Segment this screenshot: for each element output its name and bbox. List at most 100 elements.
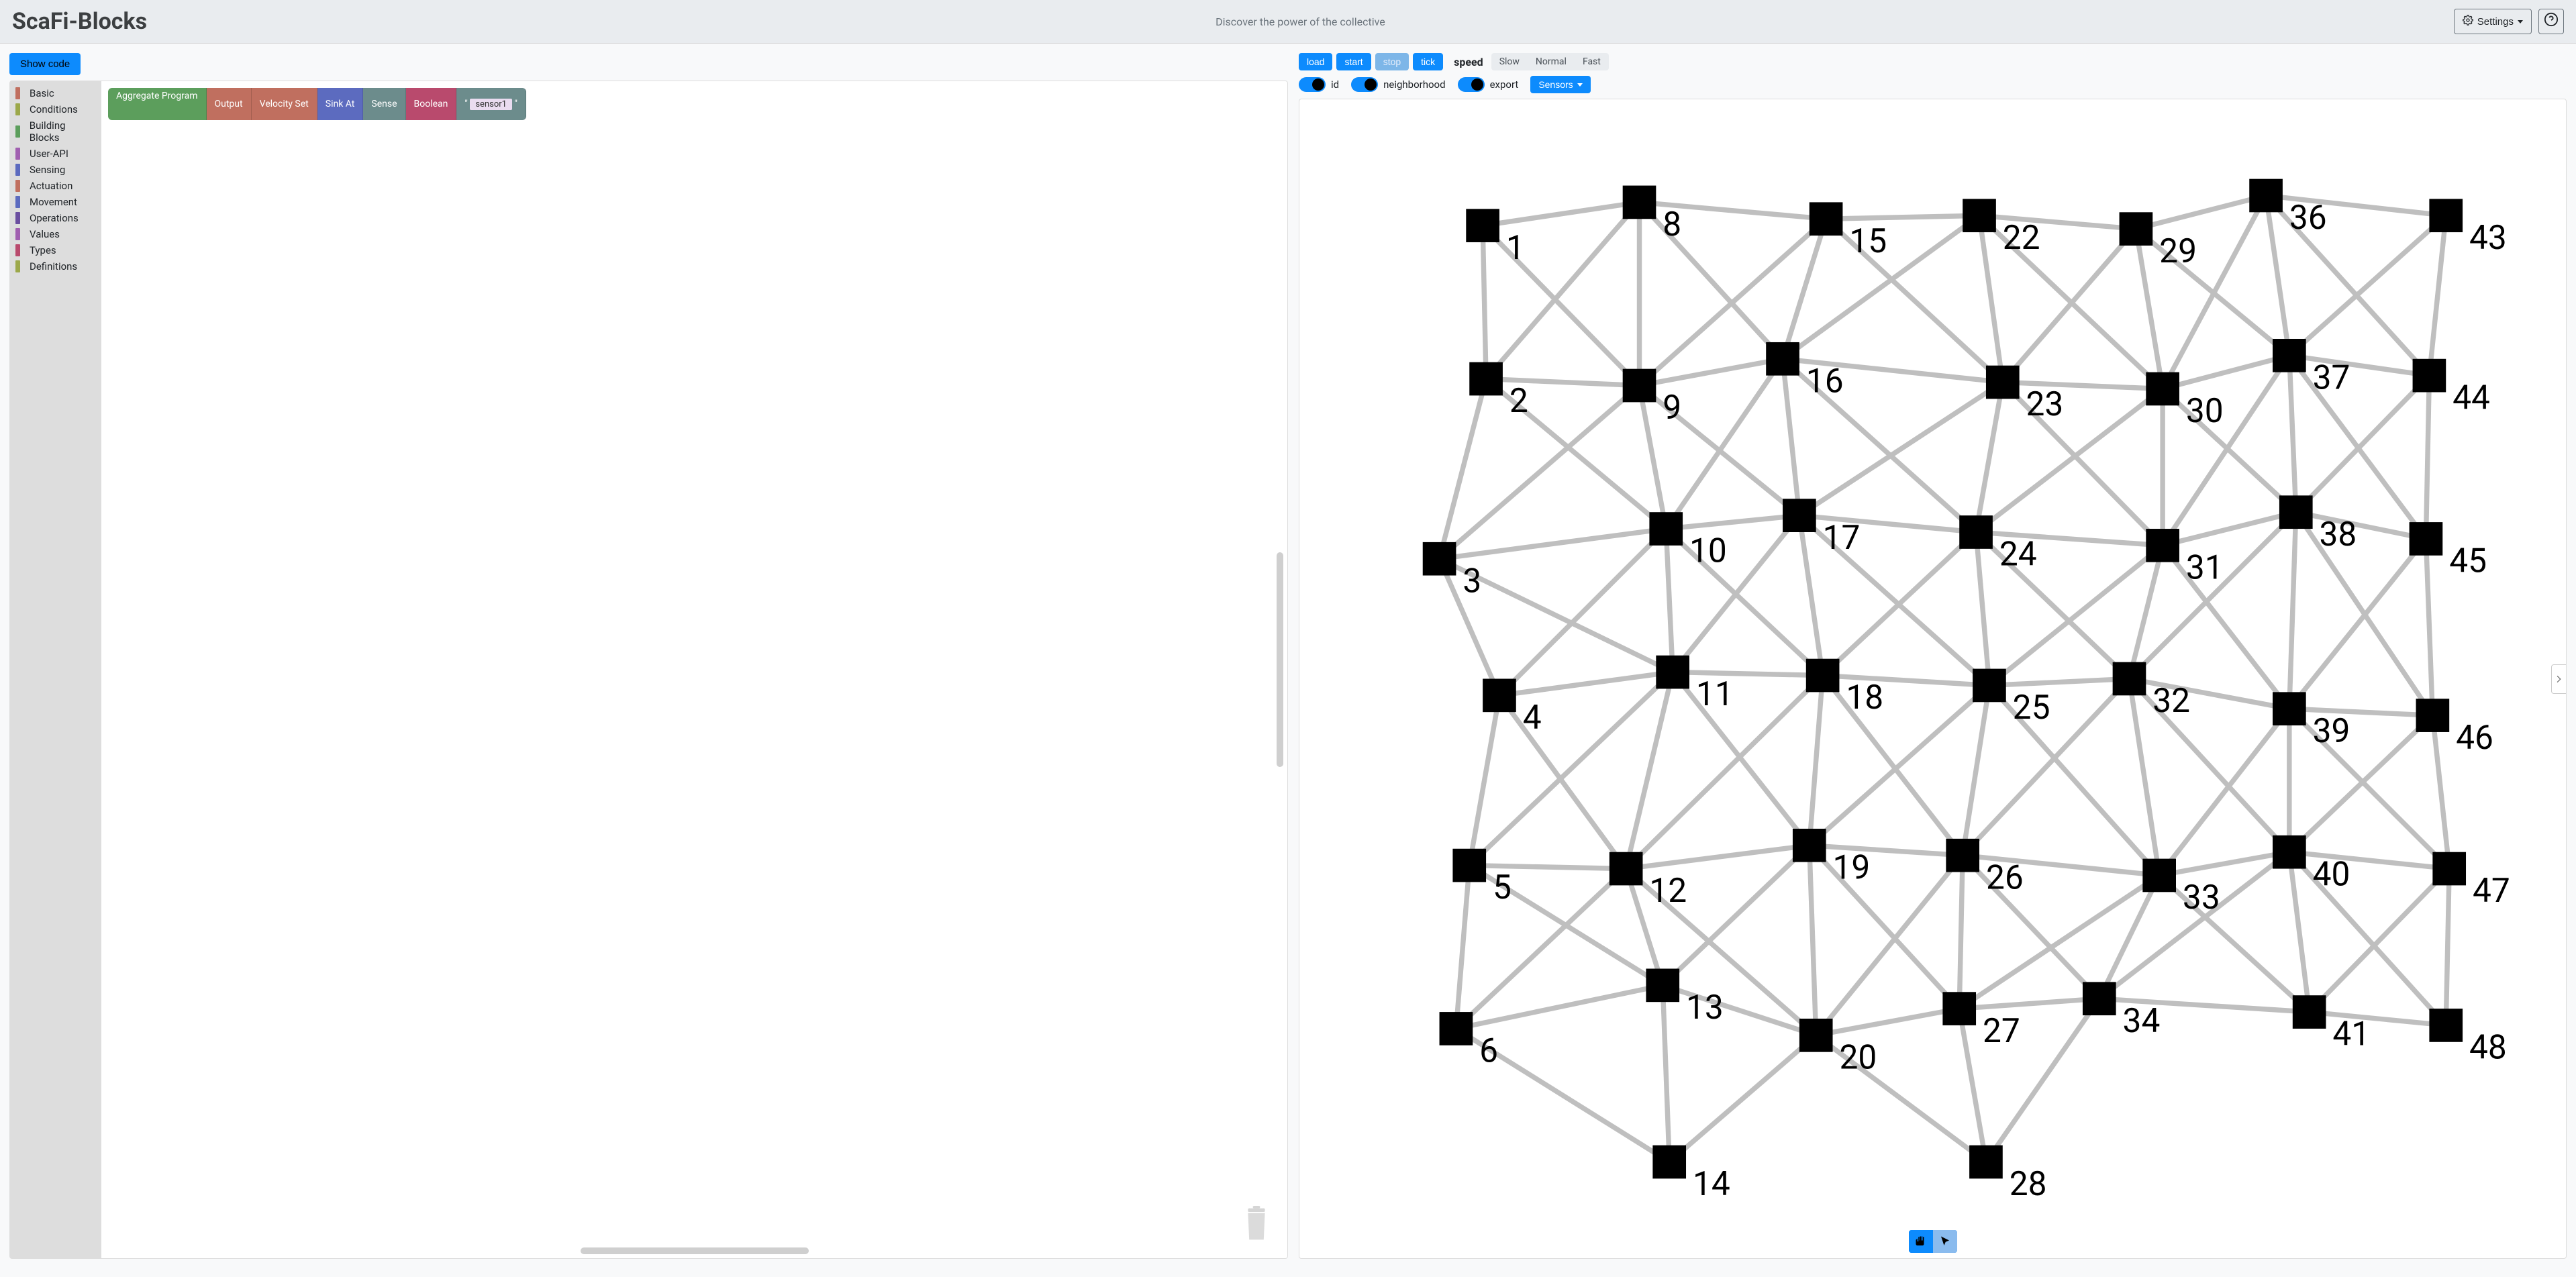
show-code-button[interactable]: Show code [9, 53, 81, 75]
help-button[interactable] [2538, 9, 2564, 34]
block-aggregate-program[interactable]: Aggregate Program [108, 88, 207, 120]
edge [2432, 715, 2449, 868]
node-24[interactable]: 24 [1959, 515, 2036, 574]
toolbox-item-label: Operations [30, 212, 79, 224]
load-button[interactable]: load [1299, 53, 1332, 70]
speed-fast[interactable]: Fast [1575, 53, 1609, 70]
toolbox-swatch [15, 196, 20, 208]
node-label: 18 [1846, 678, 1883, 717]
node-label: 6 [1479, 1032, 1498, 1071]
settings-label: Settings [2477, 16, 2514, 28]
speed-normal[interactable]: Normal [1528, 53, 1575, 70]
node-13[interactable]: 13 [1646, 969, 1723, 1027]
node-10[interactable]: 10 [1649, 512, 1726, 570]
node-22[interactable]: 22 [1963, 199, 2040, 257]
node-label: 14 [1693, 1165, 1730, 1204]
block-velocity-set[interactable]: Velocity Set [252, 88, 317, 120]
sensors-button[interactable]: Sensors [1530, 76, 1590, 93]
toolbox-item-conditions[interactable]: Conditions [10, 101, 101, 117]
edge [1640, 202, 1783, 358]
chevron-down-icon [1577, 83, 1583, 87]
edge [2289, 709, 2433, 715]
toolbox-item-actuation[interactable]: Actuation [10, 178, 101, 194]
node-44[interactable]: 44 [2413, 359, 2490, 417]
network-view[interactable]: 1815222936432916233037443101724313845411… [1299, 99, 2567, 1259]
node-47[interactable]: 47 [2432, 852, 2510, 911]
toolbox-item-operations[interactable]: Operations [10, 210, 101, 226]
toolbox-item-sensing[interactable]: Sensing [10, 162, 101, 178]
edge [1666, 515, 1799, 529]
toolbox-item-label: Building Blocks [30, 119, 96, 144]
trash-icon[interactable] [1242, 1206, 1271, 1242]
simulation-toolbar: load start stop tick speed SlowNormalFas… [1299, 53, 2567, 70]
node-17[interactable]: 17 [1783, 499, 1860, 557]
toolbox-item-movement[interactable]: Movement [10, 194, 101, 210]
toolbox-item-label: Basic [30, 87, 54, 99]
block-boolean[interactable]: Boolean [406, 88, 457, 120]
block-sensor1[interactable]: " sensor1 " [456, 88, 526, 120]
toggle-export[interactable] [1458, 77, 1485, 92]
stop-button[interactable]: stop [1375, 53, 1409, 70]
edge [1456, 866, 1469, 1029]
node-label: 12 [1649, 872, 1687, 911]
toolbox-item-user-api[interactable]: User-API [10, 146, 101, 162]
tick-button[interactable]: tick [1413, 53, 1443, 70]
node-32[interactable]: 32 [2113, 662, 2190, 721]
speed-slow[interactable]: Slow [1491, 53, 1528, 70]
node-label: 45 [2449, 542, 2487, 581]
toggle-id[interactable] [1299, 77, 1326, 92]
sensor1-chip[interactable]: sensor1 [470, 99, 512, 110]
aggregate-program-blocks[interactable]: Aggregate Program Output Velocity Set Si… [108, 88, 526, 120]
chevron-down-icon [2518, 20, 2523, 23]
node-27[interactable]: 27 [1942, 992, 2020, 1050]
start-button[interactable]: start [1336, 53, 1371, 70]
select-mode-button[interactable] [1933, 1230, 1957, 1253]
node-8[interactable]: 8 [1623, 186, 1681, 244]
node-48[interactable]: 48 [2429, 1009, 2506, 1067]
edge [1799, 515, 1823, 675]
node-34[interactable]: 34 [2083, 982, 2160, 1040]
toolbox-item-basic[interactable]: Basic [10, 85, 101, 101]
node-label: 9 [1663, 389, 1681, 427]
toggle-neighborhood[interactable] [1351, 77, 1378, 92]
edge [1976, 382, 2003, 532]
edge [1663, 985, 1669, 1162]
toolbox-item-label: User-API [30, 148, 68, 160]
block-output[interactable]: Output [207, 88, 252, 120]
node-14[interactable]: 14 [1652, 1145, 1730, 1204]
edge [1959, 1009, 1986, 1162]
node-40[interactable]: 40 [2273, 835, 2350, 894]
toolbox-item-definitions[interactable]: Definitions [10, 258, 101, 274]
toolbox-item-label: Actuation [30, 180, 72, 192]
vertical-scrollbar[interactable] [1277, 552, 1283, 767]
node-39[interactable]: 39 [2273, 692, 2350, 750]
expand-side-tab[interactable] [2551, 664, 2566, 694]
node-5[interactable]: 5 [1452, 849, 1511, 907]
node-36[interactable]: 36 [2249, 179, 2326, 238]
node-28[interactable]: 28 [1969, 1145, 2046, 1204]
node-26[interactable]: 26 [1946, 839, 2023, 897]
node-label: 15 [1849, 222, 1887, 261]
node-11[interactable]: 11 [1656, 656, 1733, 714]
node-label: 27 [1983, 1012, 2020, 1051]
horizontal-scrollbar[interactable] [581, 1247, 809, 1254]
node-label: 34 [2123, 1002, 2161, 1041]
pan-mode-button[interactable] [1909, 1230, 1933, 1253]
node-19[interactable]: 19 [1793, 829, 1870, 887]
node-46[interactable]: 46 [2416, 699, 2493, 757]
toolbox-item-values[interactable]: Values [10, 226, 101, 242]
toolbox-item-building-blocks[interactable]: Building Blocks [10, 117, 101, 146]
block-canvas[interactable]: Aggregate Program Output Velocity Set Si… [101, 81, 1287, 1258]
node-15[interactable]: 15 [1810, 202, 1887, 260]
node-45[interactable]: 45 [2410, 522, 2487, 580]
settings-button[interactable]: Settings [2454, 9, 2532, 34]
toolbox-item-types[interactable]: Types [10, 242, 101, 258]
edge [1499, 695, 1626, 868]
block-sink-at[interactable]: Sink At [317, 88, 364, 120]
node-16[interactable]: 16 [1766, 342, 1843, 401]
node-41[interactable]: 41 [2293, 995, 2370, 1054]
block-sense[interactable]: Sense [363, 88, 405, 120]
node-1[interactable]: 1 [1466, 209, 1524, 267]
edge [1976, 389, 2163, 532]
edge [1626, 672, 1673, 869]
